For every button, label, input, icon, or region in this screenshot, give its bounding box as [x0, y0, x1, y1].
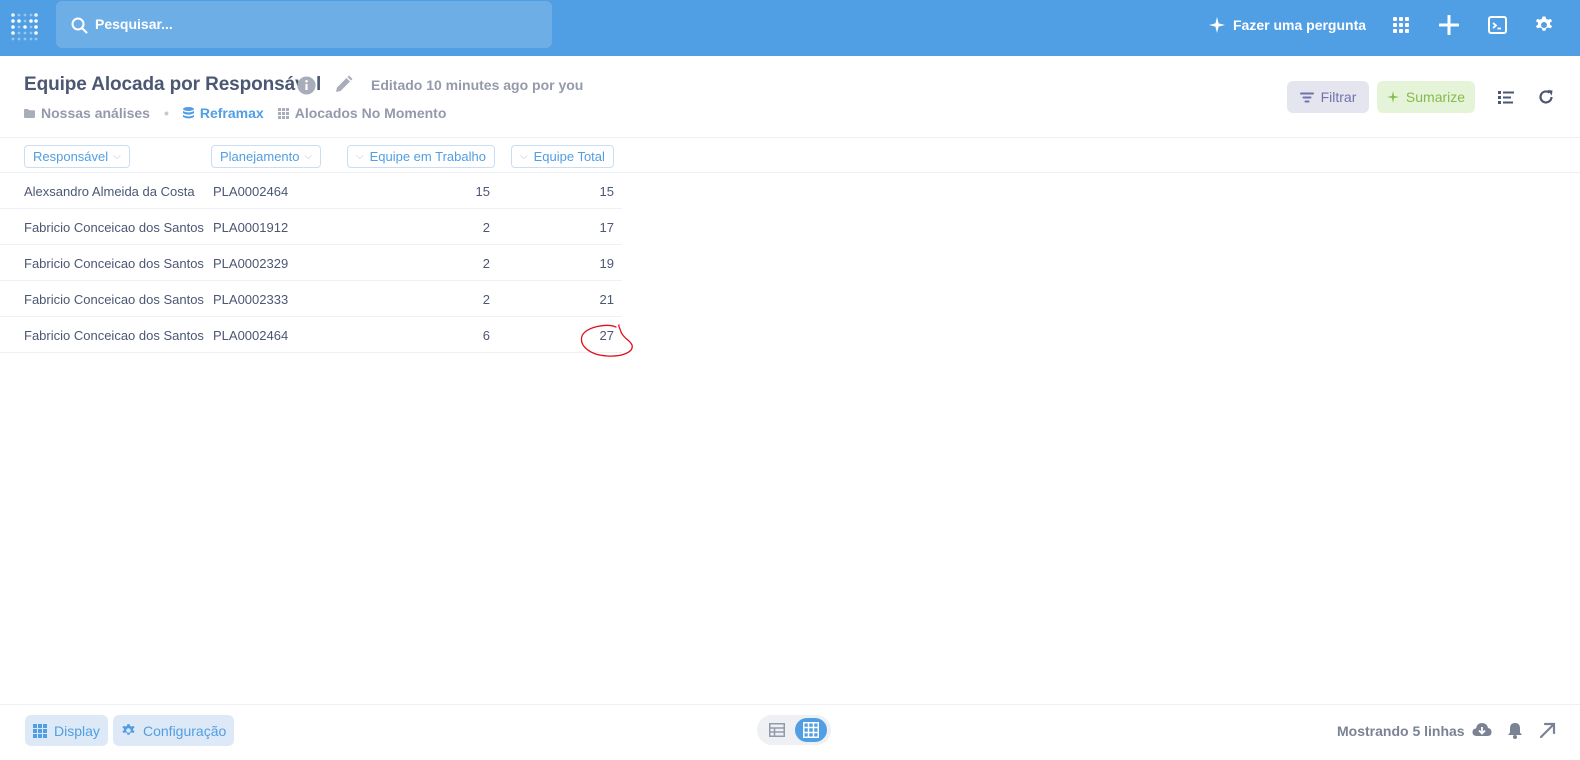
- cell-equipe-em-trabalho[interactable]: 2: [483, 220, 490, 235]
- column-header-equipe-em-trabalho[interactable]: ⌵ Equipe em Trabalho: [347, 145, 495, 168]
- cell-planejamento[interactable]: PLA0002333: [213, 292, 288, 307]
- cell-equipe-em-trabalho[interactable]: 15: [476, 184, 490, 199]
- table-view-icon[interactable]: [765, 720, 789, 740]
- grid-view-icon[interactable]: [795, 718, 827, 742]
- cell-planejamento[interactable]: PLA0001912: [213, 220, 288, 235]
- sparkle-plus-icon: [1386, 91, 1399, 103]
- cell-responsavel[interactable]: Alexsandro Almeida da Costa: [24, 184, 195, 199]
- breadcrumb-database[interactable]: Reframax: [182, 105, 264, 121]
- cell-equipe-total[interactable]: 17: [600, 220, 614, 235]
- question-header: Equipe Alocada por Responsável Editado 1…: [0, 56, 1580, 138]
- ask-question-label: Fazer uma pergunta: [1233, 17, 1367, 33]
- grid-icon[interactable]: [1390, 14, 1412, 36]
- sparkle-icon: [1209, 17, 1225, 33]
- chevron-down-icon: ⌵: [304, 151, 313, 162]
- column-header-equipe-total[interactable]: ⌵ Equipe Total: [511, 145, 614, 168]
- table-row: Fabricio Conceicao dos Santos PLA0001912…: [0, 209, 622, 245]
- breadcrumb-collection-label: Nossas análises: [41, 105, 150, 121]
- gear-icon[interactable]: [1533, 14, 1555, 36]
- table-row: Fabricio Conceicao dos Santos PLA0002329…: [0, 245, 622, 281]
- row-count: Mostrando 5 linhas: [1337, 723, 1465, 739]
- search-icon: [71, 17, 88, 34]
- logo-icon[interactable]: [10, 11, 38, 41]
- grid-icon: [33, 723, 47, 738]
- table-header-row: Responsável ⌵ Planejamento ⌵ ⌵ Equipe em…: [0, 138, 1580, 173]
- cell-equipe-em-trabalho[interactable]: 2: [483, 292, 490, 307]
- display-button-label: Display: [54, 722, 100, 739]
- page-title[interactable]: Equipe Alocada por Responsável: [24, 74, 321, 96]
- edited-info[interactable]: Editado 10 minutes ago por you: [371, 77, 583, 93]
- filter-button-label: Filtrar: [1320, 89, 1357, 105]
- cell-planejamento[interactable]: PLA0002329: [213, 256, 288, 271]
- cell-planejamento[interactable]: PLA0002464: [213, 184, 288, 199]
- gear-icon: [122, 724, 135, 735]
- breadcrumb-collection[interactable]: Nossas análises: [24, 105, 150, 121]
- column-header-label: Planejamento: [220, 149, 300, 164]
- download-icon[interactable]: [1472, 720, 1492, 740]
- cell-responsavel[interactable]: Fabricio Conceicao dos Santos: [24, 292, 204, 307]
- terminal-icon[interactable]: [1486, 14, 1508, 36]
- chevron-down-icon: ⌵: [520, 151, 528, 162]
- settings-button-label: Configuração: [143, 722, 227, 739]
- ask-question-button[interactable]: Fazer uma pergunta: [1209, 14, 1366, 36]
- breadcrumb-table[interactable]: Alocados No Momento: [277, 105, 447, 121]
- pencil-icon[interactable]: [333, 75, 353, 95]
- plus-icon[interactable]: [1438, 14, 1460, 36]
- table-row: Fabricio Conceicao dos Santos PLA0002333…: [0, 281, 622, 317]
- folder-icon: [24, 108, 35, 118]
- top-navbar: Pesquisar... Fazer uma pergunta: [0, 0, 1580, 56]
- search-input[interactable]: Pesquisar...: [56, 1, 552, 48]
- search-placeholder: Pesquisar...: [95, 16, 173, 32]
- chevron-down-icon: ⌵: [113, 151, 121, 162]
- cell-equipe-total[interactable]: 15: [600, 184, 614, 199]
- bell-icon[interactable]: [1505, 720, 1525, 740]
- cell-equipe-total[interactable]: 21: [600, 292, 614, 307]
- table-row: Fabricio Conceicao dos Santos PLA0002464…: [0, 317, 622, 353]
- cell-responsavel[interactable]: Fabricio Conceicao dos Santos: [24, 256, 204, 271]
- breadcrumb-table-label: Alocados No Momento: [294, 105, 447, 121]
- cell-equipe-em-trabalho[interactable]: 6: [483, 328, 490, 343]
- filter-icon: [1299, 92, 1314, 102]
- summarize-button[interactable]: Sumarize: [1377, 81, 1475, 113]
- column-header-label: Equipe Total: [533, 149, 605, 164]
- refresh-icon[interactable]: [1537, 88, 1555, 106]
- expand-arrow-icon[interactable]: [1537, 720, 1557, 740]
- cell-equipe-total[interactable]: 19: [600, 256, 614, 271]
- chevron-down-icon: ⌵: [356, 151, 364, 162]
- table-grid-icon: [277, 107, 289, 119]
- settings-button[interactable]: Configuração: [113, 715, 235, 746]
- summarize-button-label: Sumarize: [1405, 89, 1466, 105]
- annotation-circle: [580, 324, 633, 357]
- cell-responsavel[interactable]: Fabricio Conceicao dos Santos: [24, 220, 204, 235]
- cell-equipe-em-trabalho[interactable]: 2: [483, 256, 490, 271]
- column-header-planejamento[interactable]: Planejamento ⌵: [211, 145, 322, 168]
- filter-button[interactable]: Filtrar: [1287, 81, 1369, 113]
- view-toggle: [757, 715, 831, 745]
- breadcrumb-database-label: Reframax: [199, 105, 264, 121]
- column-header-label: Equipe em Trabalho: [369, 149, 486, 164]
- cell-responsavel[interactable]: Fabricio Conceicao dos Santos: [24, 328, 204, 343]
- info-icon[interactable]: [297, 76, 316, 95]
- column-header-responsavel[interactable]: Responsável ⌵: [24, 145, 130, 168]
- database-icon: [182, 107, 194, 119]
- table-row: Alexsandro Almeida da Costa PLA0002464 1…: [0, 173, 622, 209]
- breadcrumb: Nossas análises • Reframax Alocados No M…: [24, 105, 446, 121]
- cell-planejamento[interactable]: PLA0002464: [213, 328, 288, 343]
- footer-bar: Display Configuração Mostrando 5 linhas: [0, 704, 1580, 760]
- display-button[interactable]: Display: [25, 715, 108, 746]
- breadcrumb-separator: •: [163, 105, 169, 121]
- list-icon[interactable]: [1497, 88, 1515, 106]
- column-header-label: Responsável: [33, 149, 109, 164]
- results-table: Responsável ⌵ Planejamento ⌵ ⌵ Equipe em…: [0, 138, 1580, 353]
